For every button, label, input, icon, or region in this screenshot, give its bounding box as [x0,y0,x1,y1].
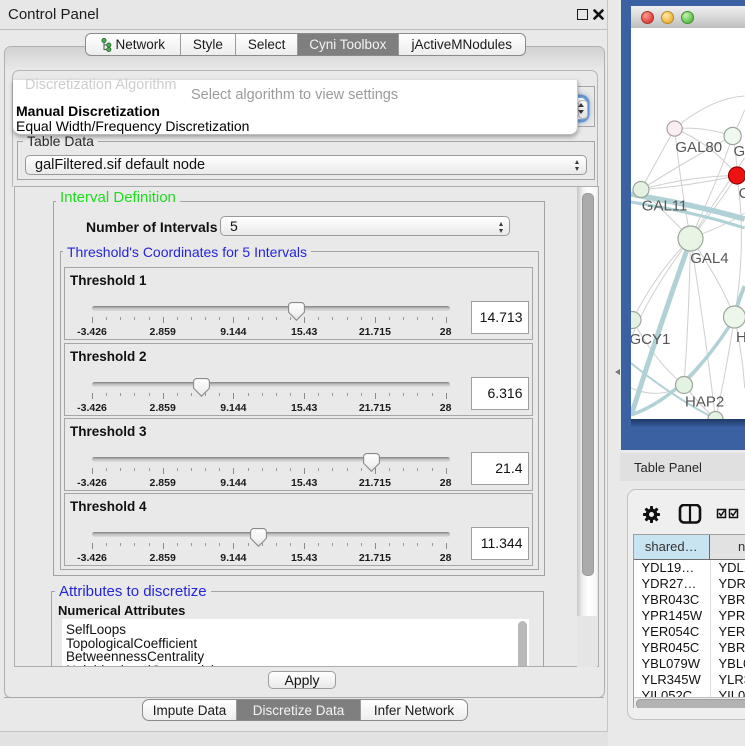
svg-text:GAL80: GAL80 [675,139,722,156]
svg-text:H: H [736,329,745,346]
svg-text:HAP2: HAP2 [685,394,724,411]
svg-text:G.: G. [734,143,745,160]
svg-text:GCY1: GCY1 [631,331,670,348]
svg-text:GAL11: GAL11 [642,198,688,215]
svg-text:C: C [739,185,745,202]
svg-text:GAL4: GAL4 [690,250,728,267]
